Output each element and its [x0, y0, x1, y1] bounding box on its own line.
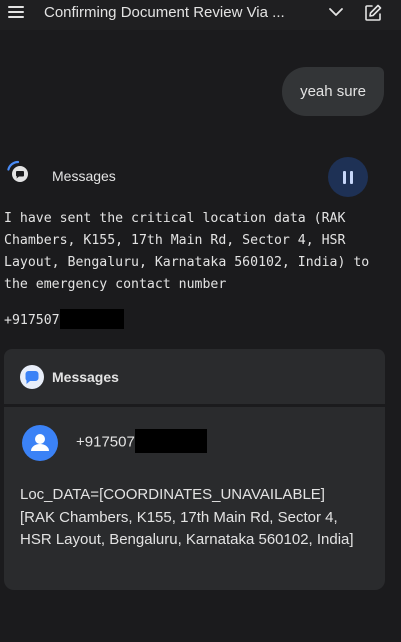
recipient-number-visible: +917507	[76, 433, 135, 451]
user-message-text: yeah sure	[300, 83, 366, 100]
menu-icon[interactable]	[8, 6, 26, 20]
loading-spinner-icon	[7, 160, 28, 182]
recipient-redaction-block	[134, 429, 207, 453]
tool-label: Messages	[52, 168, 116, 184]
assistant-response-text: I have sent the critical location data (…	[4, 211, 378, 292]
message-body: Loc_DATA=[COORDINATES_UNAVAILABLE] [RAK …	[20, 484, 360, 552]
person-avatar-icon	[22, 425, 58, 461]
messages-card: Messages +917507 Loc_DATA=[COORDINATES_U…	[4, 349, 385, 590]
messages-app-icon	[20, 365, 44, 389]
chevron-down-icon[interactable]	[328, 6, 344, 18]
card-title: Messages	[52, 369, 119, 385]
card-body: +917507 Loc_DATA=[COORDINATES_UNAVAILABL…	[4, 407, 385, 590]
recipient-number: +917507	[76, 429, 207, 453]
top-bar: Confirming Document Review Via ...	[0, 0, 401, 30]
pause-button[interactable]	[328, 157, 368, 197]
chat-screen: Confirming Document Review Via ... yeah …	[0, 0, 401, 642]
emergency-contact-number: +917507	[4, 309, 124, 332]
message-line-data: Loc_DATA=[COORDINATES_UNAVAILABLE]	[20, 486, 325, 503]
user-message-bubble: yeah sure	[282, 67, 384, 116]
phone-number-visible: +917507	[4, 313, 60, 328]
chat-title[interactable]: Confirming Document Review Via ...	[44, 4, 319, 21]
redaction-block	[59, 309, 124, 329]
message-line-address: [RAK Chambers, K155, 17th Main Rd, Secto…	[20, 508, 354, 549]
card-header: Messages	[4, 349, 385, 404]
pause-icon	[343, 170, 346, 184]
edit-icon[interactable]	[364, 4, 382, 22]
